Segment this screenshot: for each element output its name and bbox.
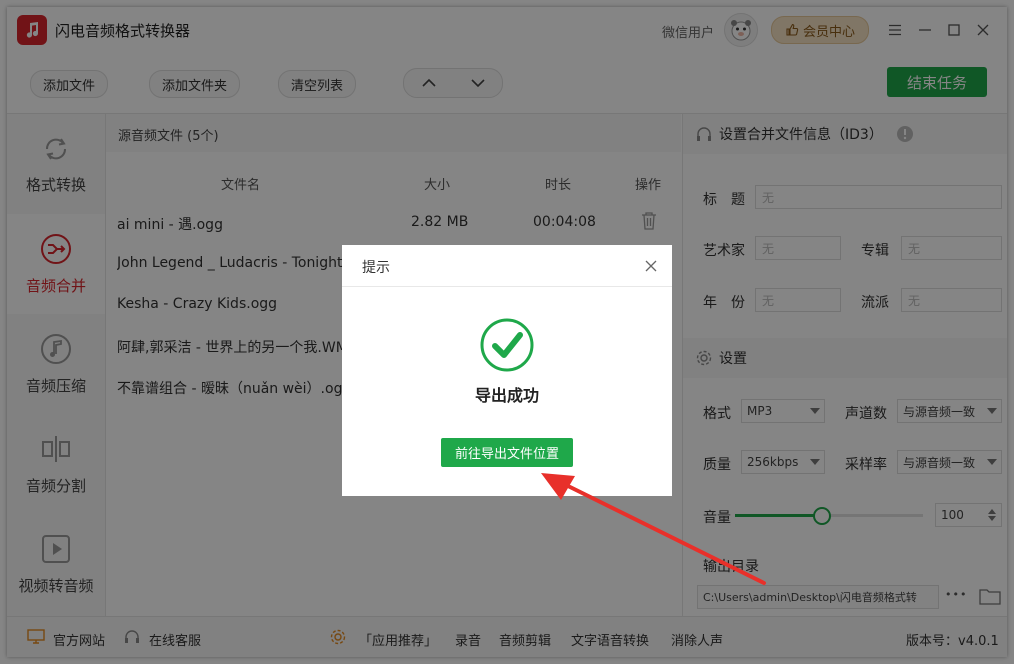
close-icon bbox=[645, 260, 657, 272]
success-dialog: 提示 导出成功 前往导出文件位置 bbox=[342, 245, 672, 496]
dialog-message: 导出成功 bbox=[474, 386, 539, 405]
open-export-location-button[interactable]: 前往导出文件位置 bbox=[441, 438, 573, 467]
success-check-icon bbox=[480, 318, 534, 372]
dialog-title: 提示 bbox=[362, 260, 390, 276]
dialog-divider bbox=[342, 286, 672, 287]
dialog-close-button[interactable] bbox=[640, 255, 662, 277]
